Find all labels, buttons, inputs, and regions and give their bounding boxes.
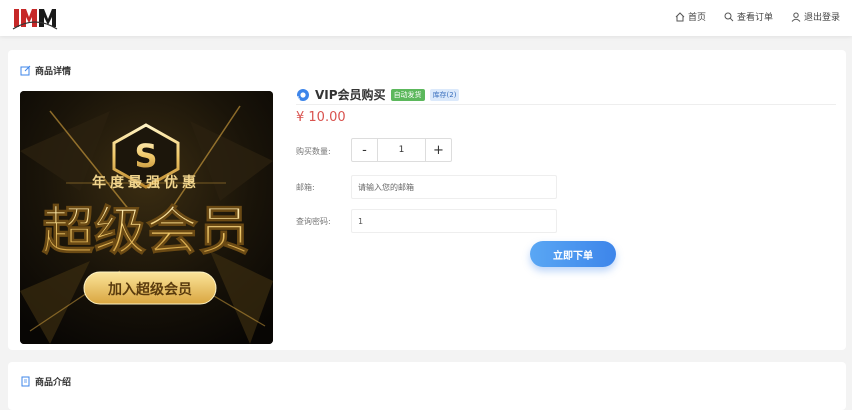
site-logo[interactable] <box>12 5 58 31</box>
quantity-decrement-button[interactable]: - <box>352 139 377 161</box>
product-image: S 年度最强优惠 超级会员 加入超级会员 <box>20 91 273 344</box>
product-title-row: VIP会员购买 自动发货 库存(2) <box>296 86 460 103</box>
email-field[interactable]: 请输入您的邮箱 <box>351 175 557 199</box>
auto-delivery-badge: 自动发货 <box>390 88 425 101</box>
quantity-input[interactable]: 1 <box>377 139 426 161</box>
product-name: VIP会员购买 <box>315 88 386 102</box>
stock-badge: 库存(2) <box>429 88 460 101</box>
edit-icon <box>20 65 31 76</box>
quantity-label: 购买数量: <box>296 147 331 156</box>
product-details-card: 商品详情 S 年度最强优惠 超级会员 加入超级会员 VIP会员购买 自动发货 库… <box>8 50 846 350</box>
home-icon <box>675 11 685 21</box>
nav-home-label: 首页 <box>687 13 706 23</box>
details-section-label: 商品详情 <box>35 67 72 77</box>
place-order-button[interactable]: 立即下单 <box>530 241 616 267</box>
password-label: 查询密码: <box>296 217 331 226</box>
nav-logout[interactable]: 退出登录 <box>791 10 840 23</box>
search-icon <box>724 12 734 21</box>
details-section-title: 商品详情 <box>20 64 71 77</box>
email-label: 邮箱: <box>296 183 315 192</box>
nav-orders[interactable]: 查看订单 <box>724 10 773 23</box>
image-main-text: 超级会员 <box>42 202 250 262</box>
image-top-text: 年度最强优惠 <box>92 174 200 191</box>
nav-orders-label: 查看订单 <box>736 13 773 23</box>
quantity-stepper: - 1 + <box>351 138 452 162</box>
support-icon <box>297 88 309 101</box>
nav-home[interactable]: 首页 <box>675 10 706 23</box>
quantity-increment-button[interactable]: + <box>426 139 451 161</box>
nav-logout-label: 退出登录 <box>803 13 840 23</box>
document-icon <box>21 376 30 387</box>
query-password-field[interactable]: 1 <box>351 209 557 233</box>
image-button-text: 加入超级会员 <box>107 281 192 298</box>
intro-section-label: 商品介绍 <box>35 378 72 388</box>
intro-section-title: 商品介绍 <box>20 375 71 388</box>
title-divider <box>296 104 836 105</box>
product-price: ¥ 10.00 <box>296 110 346 125</box>
user-icon <box>791 12 801 22</box>
svg-text:S: S <box>134 137 157 175</box>
top-navbar: 首页 查看订单 退出登录 <box>0 0 852 36</box>
